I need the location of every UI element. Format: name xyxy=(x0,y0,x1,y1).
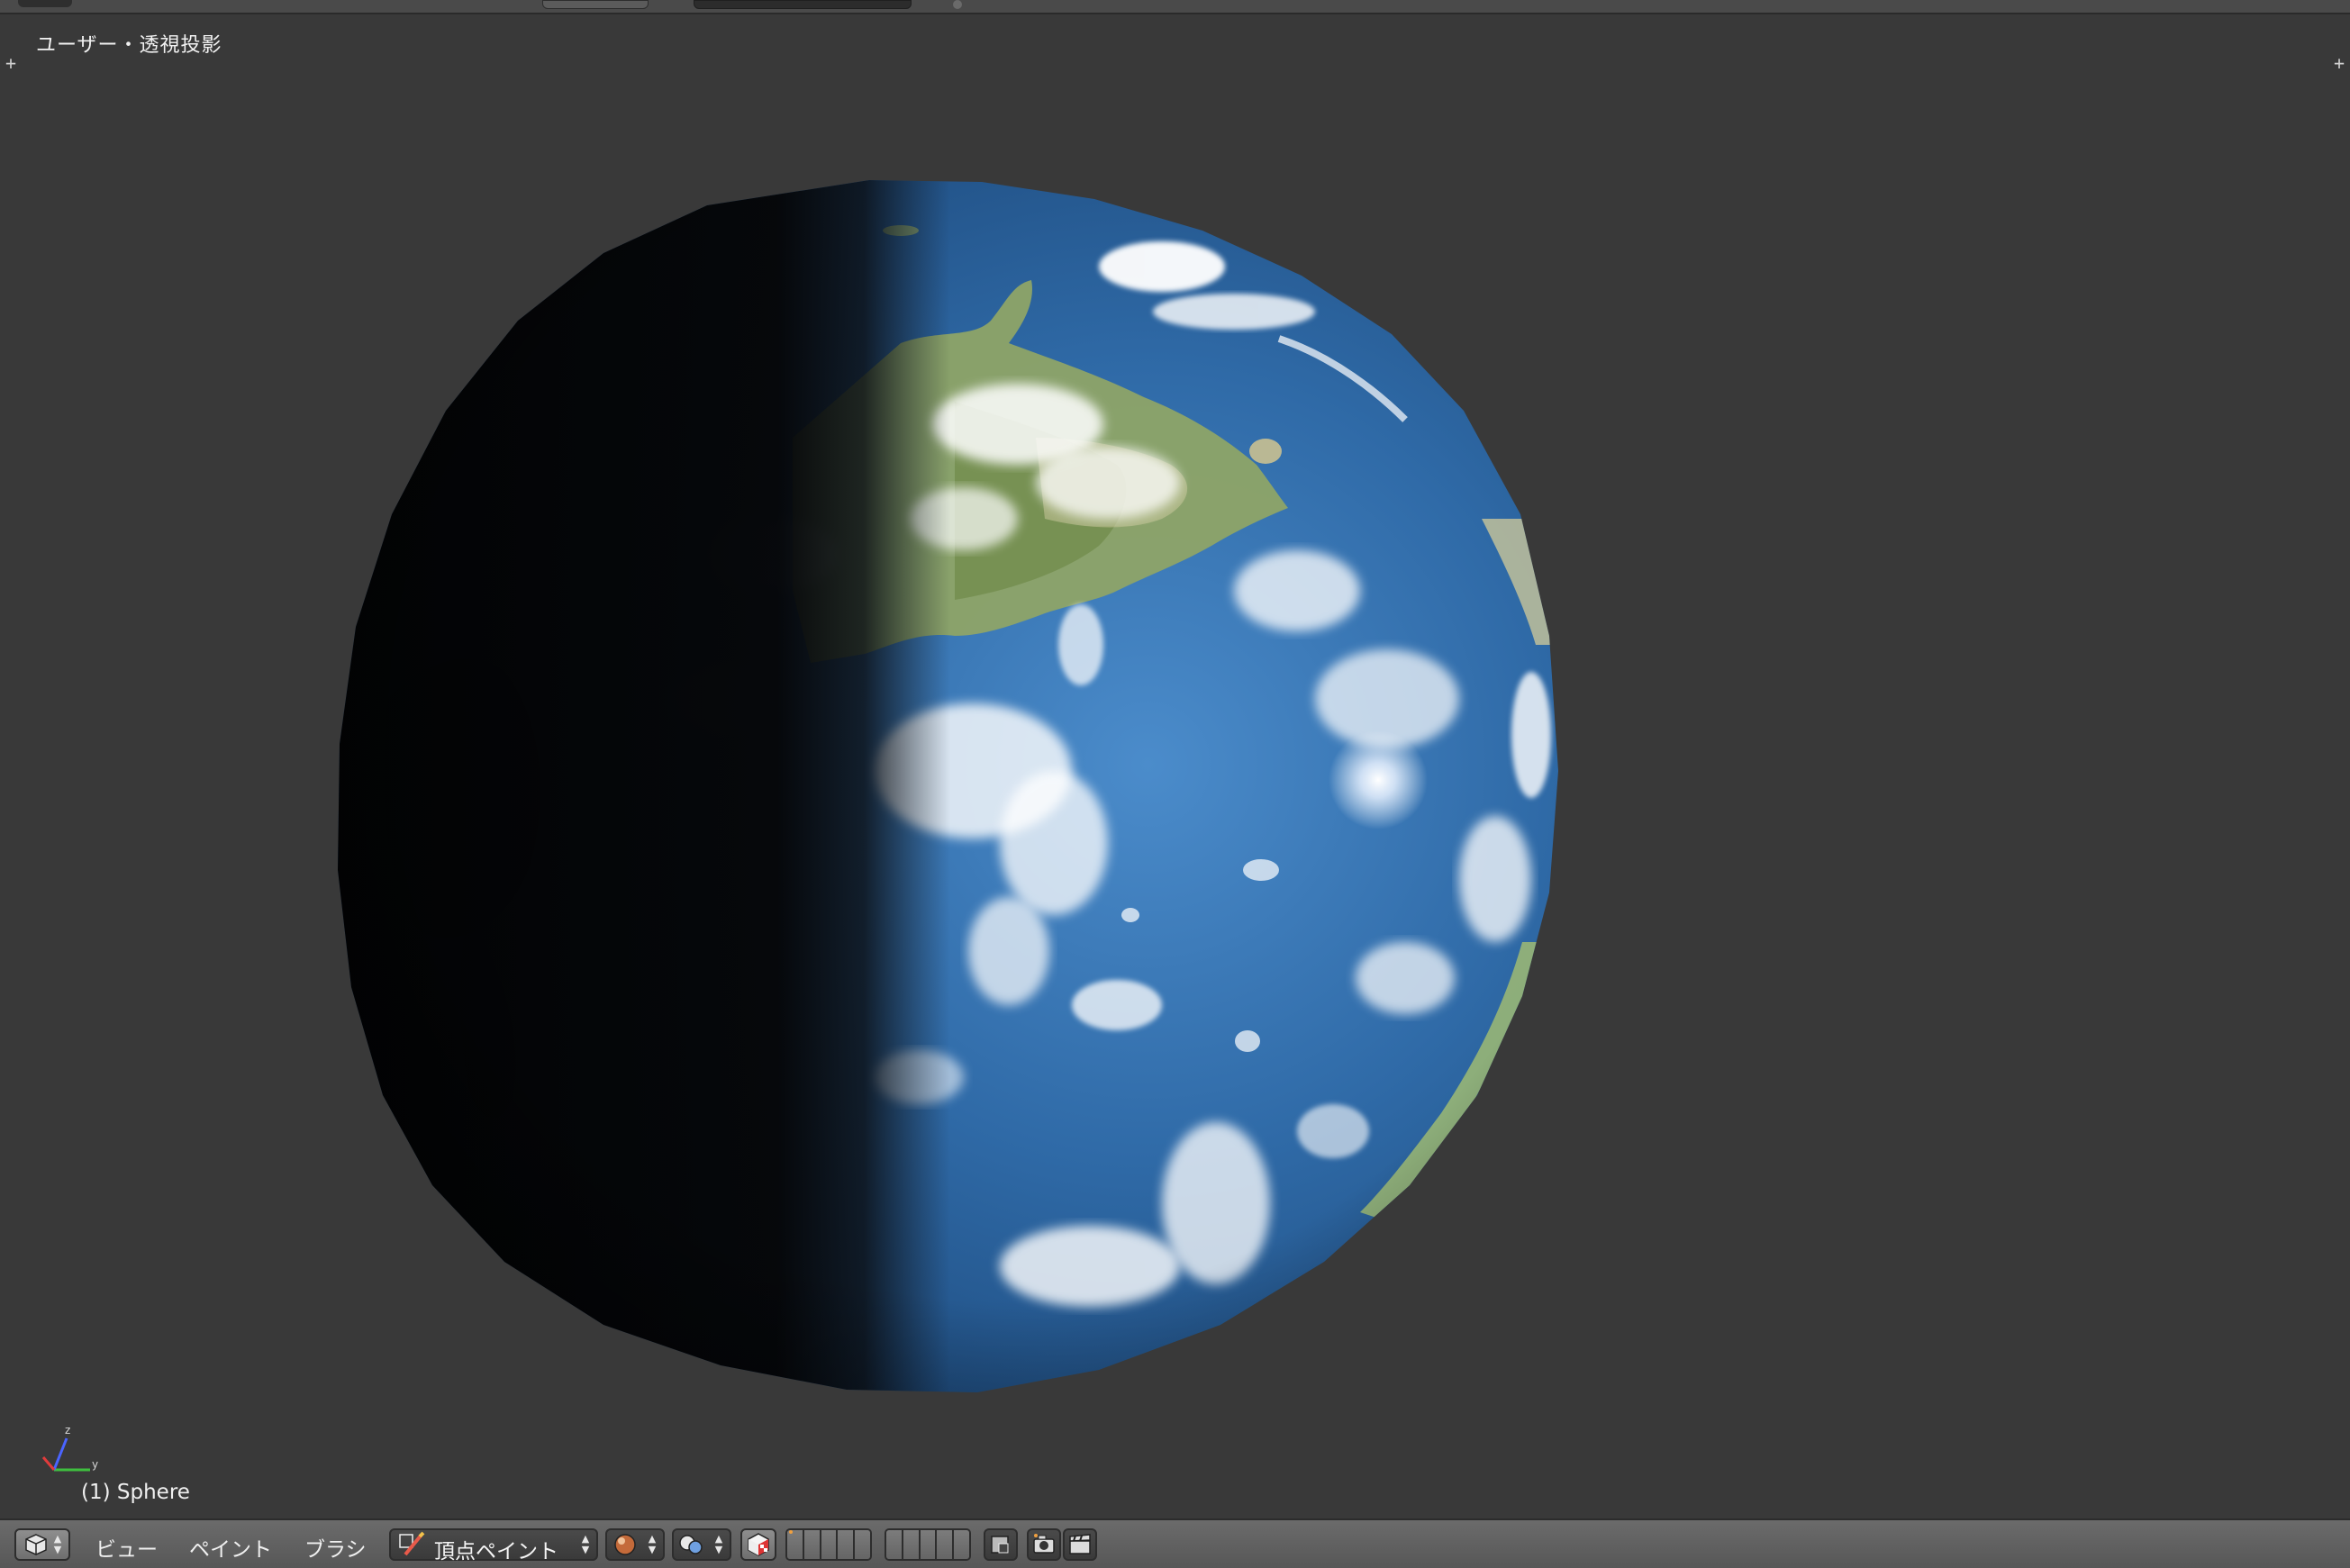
vertex-paint-brush-icon xyxy=(399,1531,425,1556)
3d-viewport[interactable]: ユーザー・透視投影 + + y z (1) Sphere xyxy=(0,14,2350,1518)
top-button-stub[interactable] xyxy=(542,0,649,9)
layer-button[interactable] xyxy=(937,1530,955,1559)
axis-label-y: y xyxy=(92,1458,98,1471)
selector-arrows-icon: ▲ ▼ xyxy=(53,1533,62,1555)
render-animation-icon xyxy=(1069,1534,1091,1554)
layer-buttons-group-1[interactable] xyxy=(785,1528,872,1561)
layer-button[interactable] xyxy=(903,1530,921,1559)
layer-button[interactable] xyxy=(920,1530,938,1559)
occlude-geometry-toggle[interactable] xyxy=(740,1528,776,1561)
top-field-stub[interactable] xyxy=(694,0,912,9)
render-animation-button[interactable] xyxy=(1063,1528,1097,1561)
pivot-point-selector[interactable]: ▲ ▼ xyxy=(672,1528,731,1561)
solid-sphere-icon xyxy=(614,1534,636,1555)
z-axis-line xyxy=(52,1437,68,1471)
pivot-arrows-icon: ▲ ▼ xyxy=(714,1533,723,1555)
editor-type-selector[interactable]: ▲ ▼ xyxy=(14,1528,70,1561)
region-expand-right-icon[interactable]: + xyxy=(2330,54,2348,72)
layer-buttons-group-2[interactable] xyxy=(885,1528,971,1561)
pivot-spheres-icon xyxy=(679,1535,703,1554)
axis-label-z: z xyxy=(65,1424,70,1437)
shading-arrows-icon: ▲ ▼ xyxy=(648,1533,657,1555)
window-top-strip xyxy=(0,0,2350,14)
mode-arrows-icon: ▲ ▼ xyxy=(581,1533,590,1555)
menu-paint[interactable]: ペイント xyxy=(189,1532,272,1563)
render-still-button[interactable] xyxy=(1027,1528,1061,1561)
layer-button[interactable] xyxy=(803,1530,821,1559)
render-still-icon xyxy=(1033,1534,1055,1554)
view-title: ユーザー・透視投影 xyxy=(36,34,222,57)
viewport-shading-selector[interactable]: ▲ ▼ xyxy=(605,1528,665,1561)
layer-button[interactable] xyxy=(821,1530,839,1559)
menu-view[interactable]: ビュー xyxy=(95,1532,158,1563)
mode-label: 頂点ペイント xyxy=(434,1540,558,1563)
top-dot-icon xyxy=(953,0,962,9)
layer-button[interactable] xyxy=(787,1530,804,1559)
earth-sphere[interactable] xyxy=(0,14,2350,1518)
checker-cube-icon xyxy=(748,1533,769,1556)
viewport-header: ▲ ▼ ビュー ペイント ブラシ 頂点ペイント ▲ ▼ ▲ ▼ ▲ ▼ xyxy=(0,1518,2350,1568)
layer-button[interactable] xyxy=(954,1530,969,1559)
menu-brush[interactable]: ブラシ xyxy=(304,1532,367,1563)
layer-button[interactable] xyxy=(838,1530,856,1559)
layer-button[interactable] xyxy=(855,1530,870,1559)
top-menu-stub[interactable] xyxy=(18,0,72,7)
active-object-label: (1) Sphere xyxy=(81,1481,190,1504)
lock-camera-icon xyxy=(991,1536,1009,1554)
region-expand-left-icon[interactable]: + xyxy=(2,54,20,72)
y-axis-line xyxy=(41,1456,56,1471)
active-layer-dot-icon xyxy=(789,1530,793,1534)
cube-icon xyxy=(25,1534,47,1555)
layer-button[interactable] xyxy=(886,1530,903,1559)
lock-camera-button[interactable] xyxy=(984,1528,1018,1561)
mode-selector[interactable]: 頂点ペイント ▲ ▼ xyxy=(389,1528,598,1563)
